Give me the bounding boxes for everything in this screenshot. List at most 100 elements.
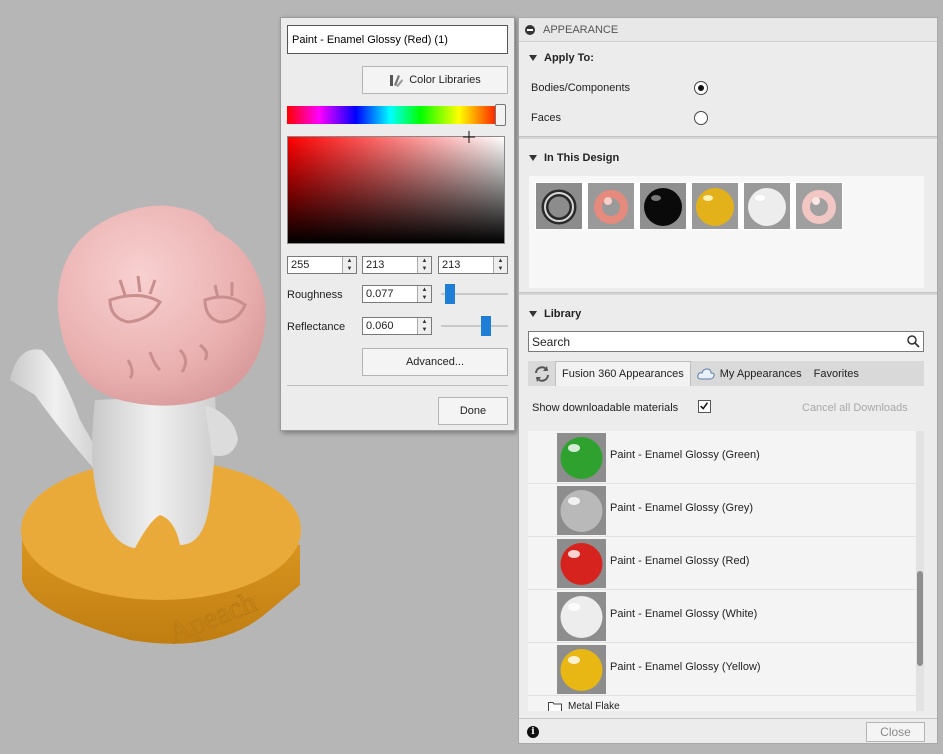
show-downloadable-checkbox[interactable] (698, 400, 711, 413)
blue-value-input[interactable]: 213 ▲ ▼ (438, 256, 508, 274)
roughness-label: Roughness (287, 289, 343, 301)
panel-header: APPEARANCE (519, 18, 937, 42)
folder-icon (548, 702, 562, 711)
material-row[interactable]: Paint - Enamel Glossy (Red) (528, 537, 916, 590)
refresh-icon[interactable] (532, 364, 552, 384)
material-sphere-icon[interactable] (557, 539, 606, 588)
reflectance-slider-track[interactable] (441, 325, 508, 327)
tab-label: My Appearances (719, 367, 802, 380)
light-pink-torus-icon[interactable] (796, 183, 842, 229)
white-sphere-icon[interactable] (744, 183, 790, 229)
color-libraries-icon (390, 75, 404, 87)
color-picker-crosshair-icon[interactable] (463, 131, 475, 143)
in-design-swatches (535, 182, 843, 230)
done-button[interactable]: Done (438, 397, 508, 425)
tab-fusion-360-appearances[interactable]: Fusion 360 Appearances (555, 361, 691, 386)
list-scrollbar-thumb[interactable] (917, 571, 923, 666)
red-spin-arrows-icon[interactable]: ▲ ▼ (342, 257, 356, 273)
panel-footer: i Close (519, 718, 937, 743)
reflectance-value: 0.060 (366, 320, 394, 332)
black-sphere-icon[interactable] (640, 183, 686, 229)
hue-slider-handle[interactable] (495, 104, 506, 126)
roughness-value: 0.077 (366, 288, 394, 300)
editor-divider (287, 385, 508, 386)
appearance-panel: APPEARANCE Apply To: Bodies/Components F… (518, 17, 938, 744)
faces-label: Faces (531, 112, 561, 124)
library-title: Library (544, 308, 582, 320)
search-input[interactable]: Search (528, 331, 924, 352)
list-scrollbar[interactable] (916, 431, 924, 711)
roughness-slider-thumb[interactable] (445, 284, 456, 304)
blue-spin-arrows-icon[interactable]: ▲ ▼ (493, 257, 507, 273)
material-row[interactable]: Paint - Enamel Glossy (Green) (528, 431, 916, 484)
chrome-torus-icon[interactable] (536, 183, 582, 229)
bodies-components-radio[interactable] (694, 81, 708, 95)
model-head (57, 205, 266, 406)
tab-label: Favorites (813, 367, 859, 380)
material-label: Paint - Enamel Glossy (Yellow) (610, 661, 761, 673)
color-editor-dialog: Color Libraries 255 ▲▼ 213 ▲▼ 213 ▲▼ Rou… (280, 17, 515, 431)
blue-value: 213 (442, 259, 461, 271)
pink-torus-icon[interactable] (588, 183, 634, 229)
panel-title: APPEARANCE (543, 23, 619, 36)
close-button[interactable]: Close (866, 722, 925, 742)
collapse-panel-icon[interactable] (525, 24, 535, 35)
advanced-button[interactable]: Advanced... (362, 348, 508, 376)
tab-my-appearances[interactable]: My Appearances (691, 361, 808, 386)
color-libraries-label: Color Libraries (409, 74, 481, 86)
library-tabs: Fusion 360 Appearances My Appearances Fa… (528, 361, 924, 386)
expand-triangle-icon (529, 155, 537, 161)
reflectance-input[interactable]: 0.060 ▲ ▼ (362, 317, 432, 335)
green-spin-arrows-icon[interactable]: ▲ ▼ (417, 257, 431, 273)
search-text: Search (532, 334, 571, 349)
hue-slider[interactable] (287, 106, 502, 124)
bodies-components-label: Bodies/Components (531, 82, 631, 94)
material-sphere-icon[interactable] (557, 592, 606, 641)
folder-label: Metal Flake (568, 701, 620, 711)
tab-label: Fusion 360 Appearances (562, 368, 684, 380)
in-design-area (529, 176, 924, 288)
material-row[interactable]: Paint - Enamel Glossy (White) (528, 590, 916, 643)
material-label: Paint - Enamel Glossy (Red) (610, 555, 750, 567)
tab-favorites[interactable]: Favorites (808, 361, 865, 386)
done-label: Done (459, 405, 487, 417)
section-divider (519, 136, 937, 139)
cancel-all-downloads-link[interactable]: Cancel all Downloads (802, 402, 908, 414)
reflectance-spin-arrows-icon[interactable]: ▲ ▼ (417, 318, 431, 334)
info-icon[interactable]: i (527, 726, 539, 738)
red-value-input[interactable]: 255 ▲ ▼ (287, 256, 357, 274)
expand-triangle-icon (529, 55, 537, 61)
yellow-sphere-icon[interactable] (692, 183, 738, 229)
apply-to-title: Apply To: (544, 52, 594, 64)
folder-metal-flake[interactable]: Metal Flake (548, 701, 620, 711)
in-design-title: In This Design (544, 152, 620, 164)
material-sphere-icon[interactable] (557, 486, 606, 535)
reflectance-slider-thumb[interactable] (480, 316, 491, 336)
apply-to-section-toggle[interactable]: Apply To: (529, 52, 594, 64)
show-downloadable-label: Show downloadable materials (532, 402, 679, 414)
material-sphere-icon[interactable] (557, 645, 606, 694)
faces-radio[interactable] (694, 111, 708, 125)
checkmark-icon (700, 402, 709, 410)
material-row[interactable]: Paint - Enamel Glossy (Yellow) (528, 643, 916, 696)
material-label: Paint - Enamel Glossy (Grey) (610, 502, 754, 514)
section-divider (519, 292, 937, 295)
material-label: Paint - Enamel Glossy (Green) (610, 449, 760, 461)
saturation-value-field[interactable] (287, 136, 505, 244)
close-label: Close (880, 725, 911, 739)
green-value-input[interactable]: 213 ▲ ▼ (362, 256, 432, 274)
color-libraries-button[interactable]: Color Libraries (362, 66, 508, 94)
expand-triangle-icon (529, 311, 537, 317)
roughness-spin-arrows-icon[interactable]: ▲ ▼ (417, 286, 431, 302)
in-design-section-toggle[interactable]: In This Design (529, 152, 619, 164)
appearance-name-input[interactable] (287, 25, 508, 54)
advanced-label: Advanced... (405, 356, 465, 368)
material-sphere-icon[interactable] (557, 433, 606, 482)
green-value: 213 (366, 259, 385, 271)
material-row[interactable]: Paint - Enamel Glossy (Grey) (528, 484, 916, 537)
search-icon[interactable] (906, 334, 920, 348)
red-value: 255 (291, 259, 310, 271)
library-section-toggle[interactable]: Library (529, 308, 581, 320)
roughness-input[interactable]: 0.077 ▲ ▼ (362, 285, 432, 303)
materials-list: Paint - Enamel Glossy (Green) Paint - Ena… (528, 431, 924, 711)
